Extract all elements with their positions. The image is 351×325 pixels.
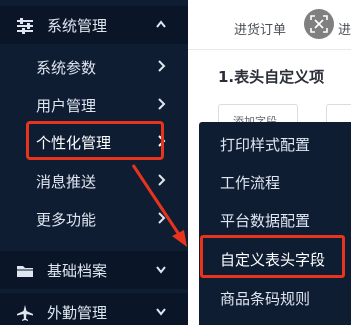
flyout-item-label: 工作流程 [220, 174, 281, 192]
sidebar-item-more-functions[interactable]: 更多功能 [0, 200, 188, 238]
airplane-icon [17, 305, 33, 321]
flyout-item-workflow[interactable]: 工作流程 [199, 163, 351, 201]
flyout-item-label: 商品条码规则 [220, 290, 311, 308]
tab-next[interactable]: 进 [338, 19, 351, 38]
scan-button[interactable] [304, 9, 334, 39]
highlight-box-personalization [26, 121, 164, 160]
sidebar-item-message-push[interactable]: 消息推送 [0, 162, 188, 200]
tab-bar: 进货订单 进 [188, 0, 351, 50]
sidebar-group-label: 外勤管理 [47, 304, 108, 322]
chevron-right-icon [158, 174, 166, 186]
chevron-right-icon [158, 212, 166, 224]
sidebar-group-basic-archives[interactable]: 基础档案 [0, 251, 188, 289]
flyout-item-label: 打印样式配置 [220, 136, 311, 154]
page-title: 1.表头自定义项 [218, 68, 325, 86]
sidebar: 系统管理 系统参数 用户管理 个性化管理 消息推送 更多功能 基础档案 外勤管理 [0, 0, 188, 325]
sidebar-item-label: 系统参数 [36, 59, 97, 77]
scan-icon [310, 15, 328, 33]
app-window: 进货订单 进 1.表头自定义项 添加字段 [0, 0, 351, 325]
flyout-item-barcode-rules[interactable]: 商品条码规则 [199, 279, 351, 317]
sidebar-item-label: 消息推送 [36, 173, 97, 191]
personalization-flyout-menu: 打印样式配置 工作流程 平台数据配置 自定义表头字段 商品条码规则 [199, 122, 351, 325]
flyout-item-label: 平台数据配置 [220, 212, 311, 230]
sidebar-item-label: 更多功能 [36, 211, 97, 229]
flyout-item-print-style[interactable]: 打印样式配置 [199, 125, 351, 163]
sliders-icon [17, 18, 33, 34]
tab-purchase-order[interactable]: 进货订单 [234, 19, 286, 38]
sidebar-group-system[interactable]: 系统管理 [0, 6, 188, 44]
sidebar-item-user-management[interactable]: 用户管理 [0, 86, 188, 124]
chevron-up-icon [156, 20, 166, 28]
sidebar-item-label: 用户管理 [36, 97, 97, 115]
flyout-item-platform-data[interactable]: 平台数据配置 [199, 201, 351, 239]
chevron-right-icon [158, 98, 166, 110]
folder-icon [17, 266, 33, 277]
sidebar-group-label: 系统管理 [47, 17, 108, 35]
chevron-down-icon [156, 308, 166, 316]
sidebar-group-label: 基础档案 [47, 262, 108, 280]
sidebar-item-system-params[interactable]: 系统参数 [0, 48, 188, 86]
highlight-box-custom-header-fields [200, 235, 345, 278]
chevron-down-icon [156, 266, 166, 274]
chevron-right-icon [158, 60, 166, 72]
sidebar-group-field-management[interactable]: 外勤管理 [0, 293, 188, 325]
